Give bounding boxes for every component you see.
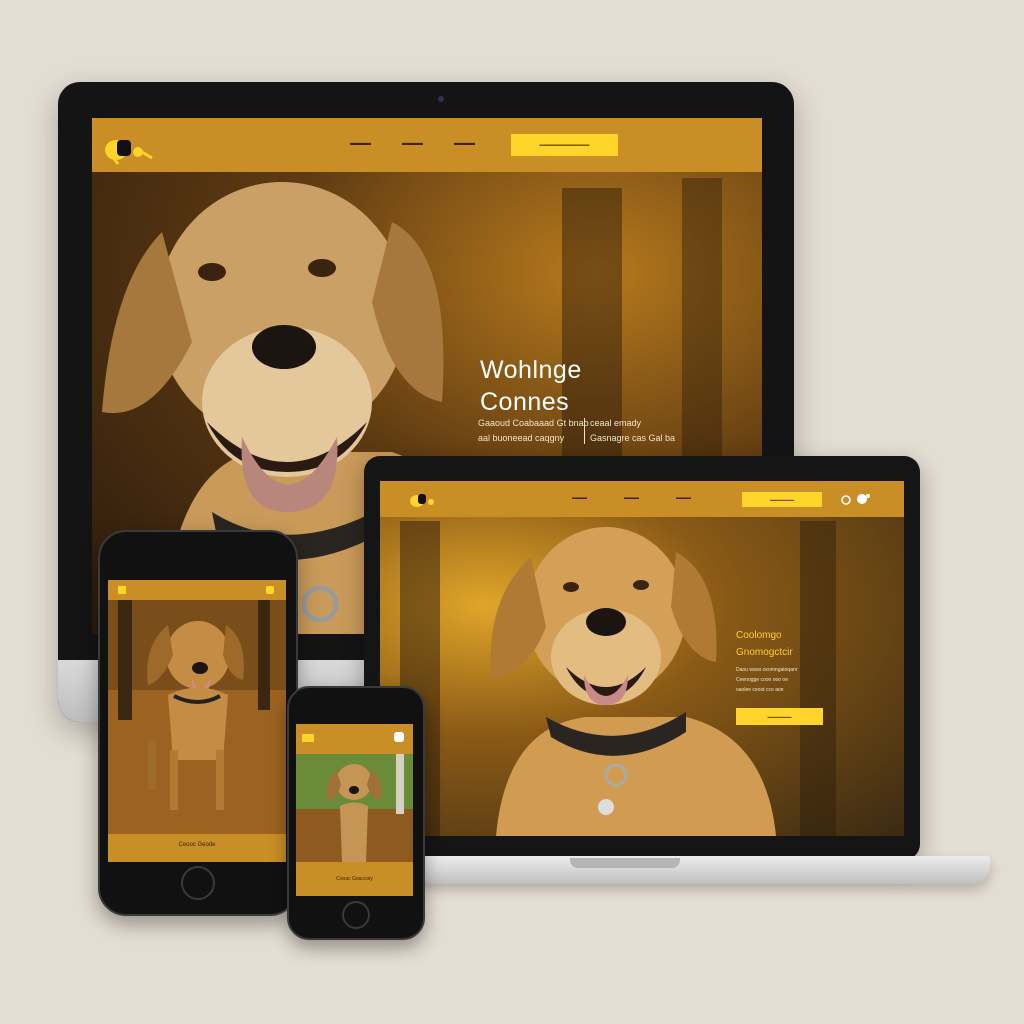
paw-icon[interactable] (840, 491, 874, 507)
logo-icon[interactable] (118, 586, 126, 594)
laptop-sub-text: Daou waoo ceomngatoqanr (736, 667, 798, 673)
laptop-hero-title-line1: Coolomgo (736, 630, 782, 641)
desktop-nav-link-1[interactable]: ▬▬▬ (350, 140, 371, 147)
dog-photo (108, 600, 286, 834)
laptop-notch (570, 858, 680, 868)
desktop-hero-title-line1: Wohlnge (480, 356, 582, 384)
desktop-hero-title: Wohlnge Connes (480, 354, 582, 418)
phone-large-footer-label: Ceooc Geode (178, 842, 216, 848)
desktop-sub-text: ceaal emady (590, 418, 642, 428)
phone-large-screen: Ceooc Geode (108, 580, 286, 862)
desktop-nav-link-2[interactable]: ▬▬▬ (402, 140, 423, 147)
desktop-hero-title-line2: Connes (480, 388, 570, 416)
home-button[interactable] (181, 866, 215, 900)
laptop-screen: ▬▬▬ ▬▬▬ ▬▬▬ ▬▬▬▬▬▬ Coolomgo Gnomogctcir … (380, 481, 904, 836)
laptop-cta-button[interactable]: ▬▬▬▬▬▬ (742, 492, 822, 507)
laptop-hero-title-line2: Gnomogctcir (736, 647, 793, 658)
laptop-nav-link-2[interactable]: ▬▬▬ (624, 495, 639, 501)
logo-icon[interactable] (100, 132, 154, 166)
paw-icon[interactable] (394, 732, 404, 742)
laptop-sub-text: Ceenogge coon ooo oe (736, 677, 788, 683)
phone-small-screen: Cooac Goaccoiy (296, 724, 413, 896)
desktop-sub-text: Gaaoud Coabaaad Gt bnao (478, 418, 589, 428)
desktop-navbar: ▬▬▬ ▬▬▬ ▬▬▬ ▬▬▬▬▬▬▬▬▬▬ (92, 118, 762, 172)
home-button[interactable] (342, 901, 370, 929)
desktop-nav-link-3[interactable]: ▬▬▬ (454, 140, 475, 147)
desktop-sub-text: aal buoneead caqgny (478, 433, 565, 443)
menu-icon[interactable] (266, 586, 274, 594)
dog-photo (296, 754, 413, 862)
divider (584, 418, 585, 444)
logo-icon[interactable] (302, 734, 314, 742)
logo-icon[interactable] (408, 490, 438, 510)
laptop-nav-link-1[interactable]: ▬▬▬ (572, 495, 587, 501)
laptop-nav-link-3[interactable]: ▬▬▬ (676, 495, 691, 501)
laptop-hero-title: Coolomgo Gnomogctcir (736, 627, 793, 661)
phone-small-footer-label: Cooac Goaccoiy (336, 876, 373, 882)
tree-shape (800, 521, 836, 836)
desktop-cta-button[interactable]: ▬▬▬▬▬▬▬▬▬▬ (511, 134, 618, 156)
laptop-hero-button[interactable]: ▬▬▬▬▬▬ (736, 708, 823, 725)
monitor-camera (438, 96, 444, 102)
laptop-sub-text: oaolee ceoot cco aoe (736, 687, 784, 693)
desktop-hero-subtext: Gaaoud Coabaaad Gt bnao aal buoneead caq… (478, 418, 688, 448)
laptop-navbar: ▬▬▬ ▬▬▬ ▬▬▬ ▬▬▬▬▬▬ (380, 481, 904, 517)
desktop-sub-text: Gasnagre cas Gal ba (590, 433, 676, 443)
